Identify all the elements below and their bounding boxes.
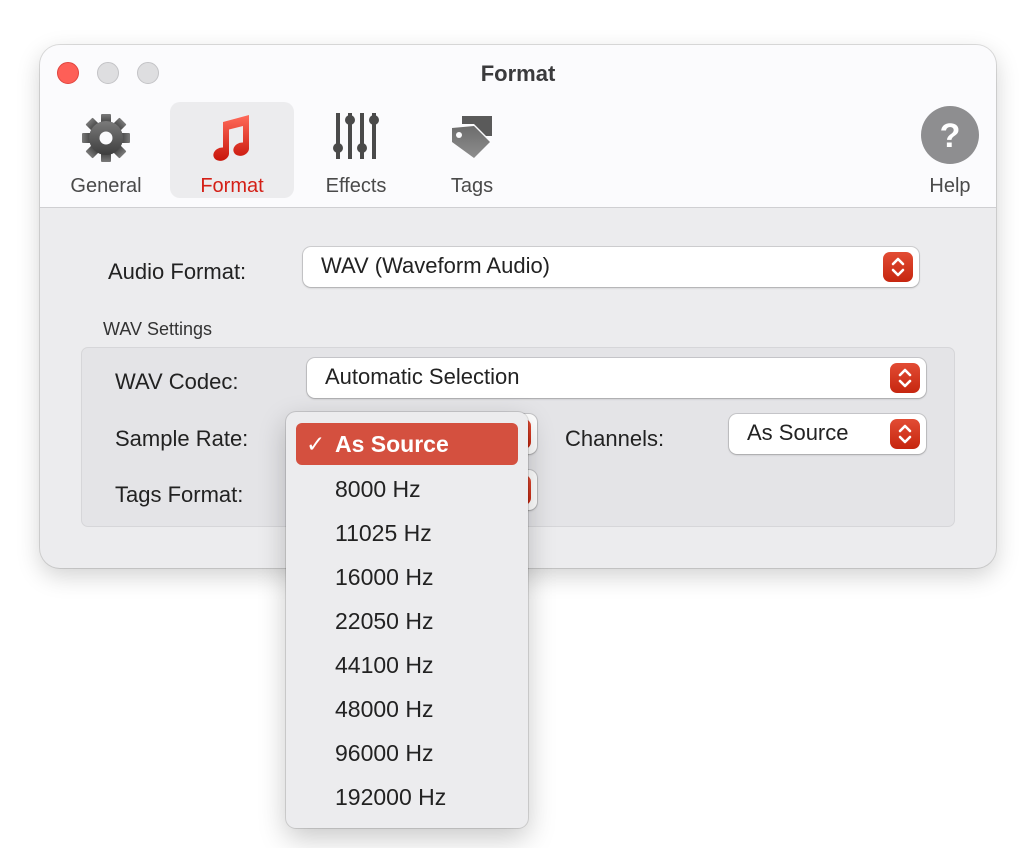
menu-item-16000[interactable]: 16000 Hz	[296, 556, 518, 598]
wav-codec-label: WAV Codec:	[115, 369, 239, 394]
window-title: Format	[480, 61, 556, 86]
wav-codec-value: Automatic Selection	[325, 364, 520, 389]
wav-codec-popup[interactable]: Automatic Selection	[307, 358, 926, 398]
tab-format-label: Format	[200, 175, 264, 197]
wav-settings-title: WAV Settings	[103, 319, 213, 339]
channels-label: Channels:	[565, 426, 665, 451]
menu-item-192000[interactable]: 192000 Hz	[296, 776, 518, 818]
tag-icon	[452, 116, 492, 158]
menu-item-48000[interactable]: 48000 Hz	[296, 688, 518, 730]
tab-format[interactable]: Format	[170, 102, 294, 198]
checkmark-icon: ✓	[306, 431, 326, 457]
up-down-chevron-icon	[890, 363, 920, 393]
tab-tags-label: Tags	[450, 175, 494, 197]
sample-rate-label: Sample Rate:	[115, 426, 249, 451]
sliders-icon	[333, 113, 379, 159]
tab-tags[interactable]: Tags	[410, 102, 534, 198]
help-icon: ?	[921, 106, 979, 164]
menu-item-8000[interactable]: 8000 Hz	[296, 468, 518, 510]
tab-effects-label: Effects	[325, 175, 387, 197]
menu-item-22050[interactable]: 22050 Hz	[296, 600, 518, 642]
audio-format-popup[interactable]: WAV (Waveform Audio)	[303, 247, 919, 287]
audio-format-label: Audio Format:	[108, 259, 247, 284]
channels-value: As Source	[747, 420, 849, 445]
sample-rate-menu: ✓ As Source 8000 Hz 11025 Hz 16000 Hz 22…	[286, 412, 528, 828]
tags-format-label: Tags Format:	[115, 482, 244, 507]
menu-item-11025[interactable]: 11025 Hz	[296, 512, 518, 554]
menu-item-96000[interactable]: 96000 Hz	[296, 732, 518, 774]
menu-item-as-source[interactable]: ✓ As Source	[296, 423, 518, 465]
help-label: Help	[929, 175, 971, 197]
channels-popup[interactable]: As Source	[729, 414, 926, 454]
menu-item-44100[interactable]: 44100 Hz	[296, 644, 518, 686]
audio-format-value: WAV (Waveform Audio)	[321, 253, 551, 278]
up-down-chevron-icon	[890, 419, 920, 449]
help-button[interactable]: ? Help	[888, 102, 996, 198]
toolbar: Format General Format Effects Tags ? Hel…	[40, 45, 996, 208]
svg-text:?: ?	[940, 117, 961, 155]
tab-effects[interactable]: Effects	[294, 102, 418, 198]
gear-icon	[82, 114, 130, 162]
music-note-icon	[213, 115, 249, 161]
up-down-chevron-icon	[883, 252, 913, 282]
tab-general-label: General	[70, 175, 142, 197]
tab-general[interactable]: General	[44, 102, 168, 198]
